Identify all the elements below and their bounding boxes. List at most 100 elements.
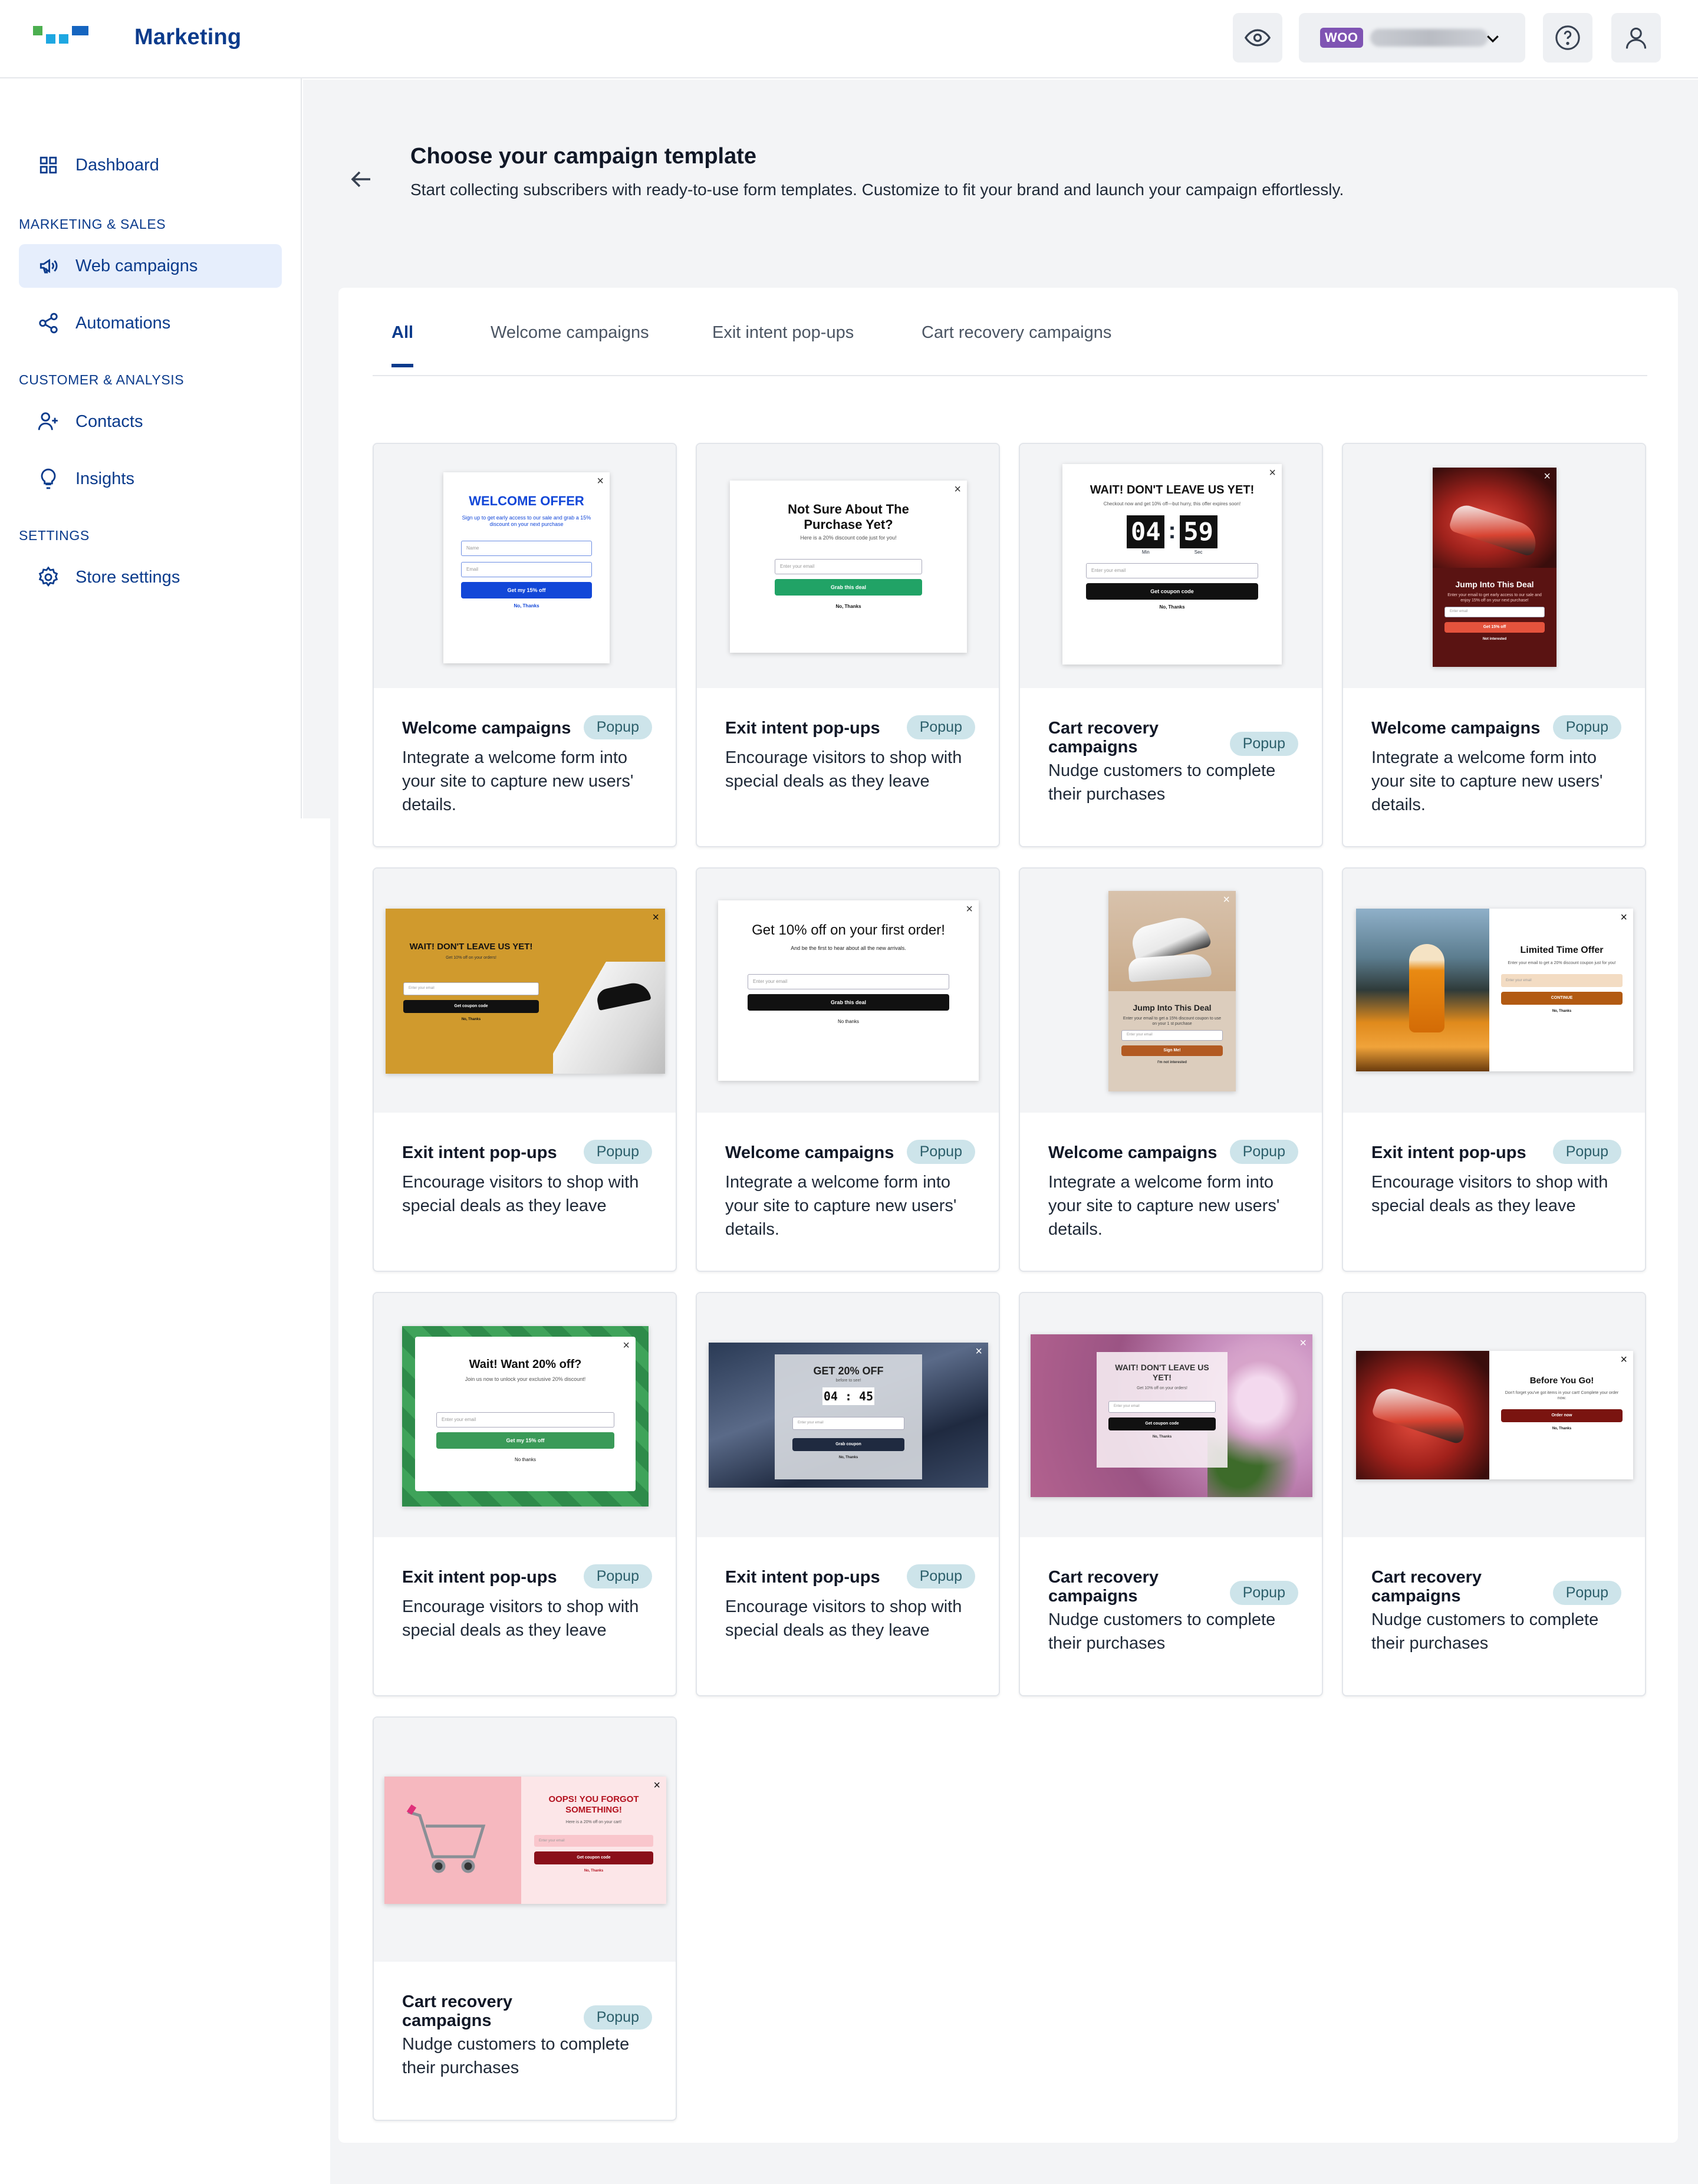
card-title: Welcome campaigns	[1371, 719, 1541, 738]
sidebar-item-store-settings[interactable]: Store settings	[19, 555, 282, 599]
popup-dismiss: No, Thanks	[1552, 1427, 1572, 1430]
popup-badge: Popup	[906, 1140, 975, 1164]
app-logo[interactable]: Marketing	[31, 24, 241, 51]
popup-title: WAIT! DON'T LEAVE US YET!	[1115, 1363, 1209, 1382]
close-icon: ×	[966, 903, 973, 916]
popup-input: Enter your email	[792, 1417, 904, 1430]
popup-text: Enter your email to get early access to …	[1447, 593, 1542, 603]
sidebar-item-automations[interactable]: Automations	[19, 301, 282, 345]
template-card[interactable]: × WAIT! DON'T LEAVE US YET! Checkout now…	[1019, 443, 1323, 847]
figure-shape	[1409, 944, 1444, 1032]
popup-dismiss: No, Thanks	[514, 603, 539, 609]
template-card[interactable]: × WAIT! DON'T LEAVE US YET! Get 10% off …	[1019, 1292, 1323, 1696]
top-bar: Marketing WOO	[0, 0, 1698, 78]
woo-logo: WOO	[1320, 28, 1363, 48]
popup-text: Sign up to get early access to our sale …	[462, 515, 591, 527]
card-description: Encourage visitors to shop with special …	[402, 1597, 639, 1640]
close-icon: ×	[597, 475, 604, 488]
card-body: Cart recovery campaigns Popup Nudge cust…	[402, 1992, 652, 2080]
sidebar-item-insights[interactable]: Insights	[19, 457, 282, 501]
popup-preview: × Jump Into This Deal Enter your email t…	[1433, 468, 1556, 667]
card-title: Welcome campaigns	[1048, 1143, 1217, 1162]
popup-button: Get coupon code	[1108, 1417, 1216, 1430]
card-title: Exit intent pop-ups	[1371, 1143, 1526, 1162]
popup-button: Get coupon code	[534, 1851, 653, 1864]
popup-preview: × Get 10% off on your first order! And b…	[718, 900, 979, 1081]
popup-title: WAIT! DON'T LEAVE US YET!	[409, 942, 533, 952]
popup-text: Get 10% off on your orders!	[446, 956, 496, 960]
logo-icon	[31, 24, 90, 51]
popup-dismiss: Not interested	[1482, 637, 1507, 641]
account-button[interactable]	[1611, 13, 1661, 63]
template-card[interactable]: × Wait! Want 20% off? Join us now to unl…	[373, 1292, 677, 1696]
sidebar-item-label: Dashboard	[75, 155, 159, 175]
back-arrow-icon[interactable]	[347, 165, 375, 193]
card-title: Cart recovery campaigns	[1048, 1568, 1159, 1606]
popup-title: Limited Time Offer	[1520, 945, 1604, 955]
sidebar-item-web-campaigns[interactable]: Web campaigns	[19, 244, 282, 288]
sidebar-item-label: Web campaigns	[75, 256, 198, 275]
popup-input: Enter your email	[775, 559, 922, 574]
timer-seconds: 59	[1179, 515, 1217, 548]
close-icon: ×	[1223, 893, 1230, 906]
template-preview: × WAIT! DON'T LEAVE US YET! Checkout now…	[1020, 444, 1322, 688]
countdown-timer: 04 Min : 59 Sec	[1086, 515, 1258, 555]
popup-input: Enter your email	[1108, 1401, 1216, 1413]
sidebar-item-dashboard[interactable]: Dashboard	[19, 143, 282, 187]
popup-badge: Popup	[583, 1140, 652, 1164]
popup-button: Get my 15% off	[461, 582, 592, 598]
template-card[interactable]: × GET 20% OFF before to see! 04 : 45 Ent…	[696, 1292, 1000, 1696]
tab-all[interactable]: All	[391, 323, 414, 367]
template-preview: × WAIT! DON'T LEAVE US YET! Get 10% off …	[1020, 1293, 1322, 1537]
close-icon: ×	[1299, 1337, 1307, 1350]
card-body: Cart recovery campaigns Popup Nudge cust…	[1048, 719, 1298, 806]
template-card[interactable]: × WAIT! DON'T LEAVE US YET! Get 10% off …	[373, 867, 677, 1272]
template-preview: × WELCOME OFFER Sign up to get early acc…	[374, 444, 676, 688]
card-description: Nudge customers to complete their purcha…	[402, 2035, 630, 2077]
close-icon: ×	[1544, 470, 1551, 483]
share-nodes-icon	[37, 311, 60, 335]
tab-welcome-campaigns[interactable]: Welcome campaigns	[491, 323, 649, 364]
card-title: Exit intent pop-ups	[725, 1568, 880, 1587]
template-card[interactable]: × OOPS! YOU FORGOT SOMETHING! Here is a …	[373, 1716, 677, 2121]
template-card[interactable]: × Jump Into This Deal Enter your email t…	[1342, 443, 1646, 847]
card-body: Exit intent pop-ups Popup Encourage visi…	[402, 1140, 652, 1218]
template-card[interactable]: × WELCOME OFFER Sign up to get early acc…	[373, 443, 677, 847]
popup-button: Get coupon code	[403, 1000, 539, 1013]
close-icon: ×	[1269, 466, 1276, 479]
card-body: Cart recovery campaigns Popup Nudge cust…	[1371, 1568, 1621, 1655]
template-card[interactable]: × Jump Into This Deal Enter your email t…	[1019, 867, 1323, 1272]
popup-badge: Popup	[1229, 1140, 1298, 1164]
popup-input: Enter your email	[748, 974, 949, 989]
template-card[interactable]: × Limited Time Offer Enter your email to…	[1342, 867, 1646, 1272]
template-preview: × Wait! Want 20% off? Join us now to unl…	[374, 1293, 676, 1537]
popup-text: before to see!	[835, 1379, 861, 1383]
tab-exit-intent[interactable]: Exit intent pop-ups	[712, 323, 854, 364]
store-selector[interactable]: WOO	[1299, 13, 1525, 63]
sidebar-item-contacts[interactable]: Contacts	[19, 400, 282, 443]
tab-cart-recovery[interactable]: Cart recovery campaigns	[922, 323, 1111, 364]
popup-badge: Popup	[583, 1564, 652, 1588]
template-preview: × Not Sure About The Purchase Yet? Here …	[697, 444, 999, 688]
close-icon: ×	[623, 1339, 630, 1352]
popup-dismiss: No thanks	[514, 1457, 537, 1462]
popup-input: Enter email	[1444, 607, 1545, 617]
timer-minutes: 04	[1127, 515, 1165, 548]
card-description: Encourage visitors to shop with special …	[725, 1597, 962, 1640]
popup-text: Join us now to unlock your exclusive 20%…	[465, 1376, 586, 1382]
section-settings: SETTINGS	[19, 528, 90, 543]
template-card[interactable]: × Before You Go! Don't forget you've got…	[1342, 1292, 1646, 1696]
preview-button[interactable]	[1233, 13, 1282, 63]
popup-button: Sign Me!	[1121, 1045, 1223, 1056]
sidebar-item-label: Store settings	[75, 567, 180, 587]
sidebar-lower-blank	[0, 818, 330, 2184]
popup-badge: Popup	[583, 715, 652, 739]
popup-title: WAIT! DON'T LEAVE US YET!	[1090, 483, 1255, 496]
popup-text: Don't forget you've got items in your ca…	[1505, 1391, 1619, 1400]
popup-dismiss: No, Thanks	[835, 604, 861, 609]
template-card[interactable]: × Get 10% off on your first order! And b…	[696, 867, 1000, 1272]
template-card[interactable]: × Not Sure About The Purchase Yet? Here …	[696, 443, 1000, 847]
popup-badge: Popup	[906, 715, 975, 739]
template-preview: × WAIT! DON'T LEAVE US YET! Get 10% off …	[374, 869, 676, 1113]
help-button[interactable]	[1543, 13, 1592, 63]
